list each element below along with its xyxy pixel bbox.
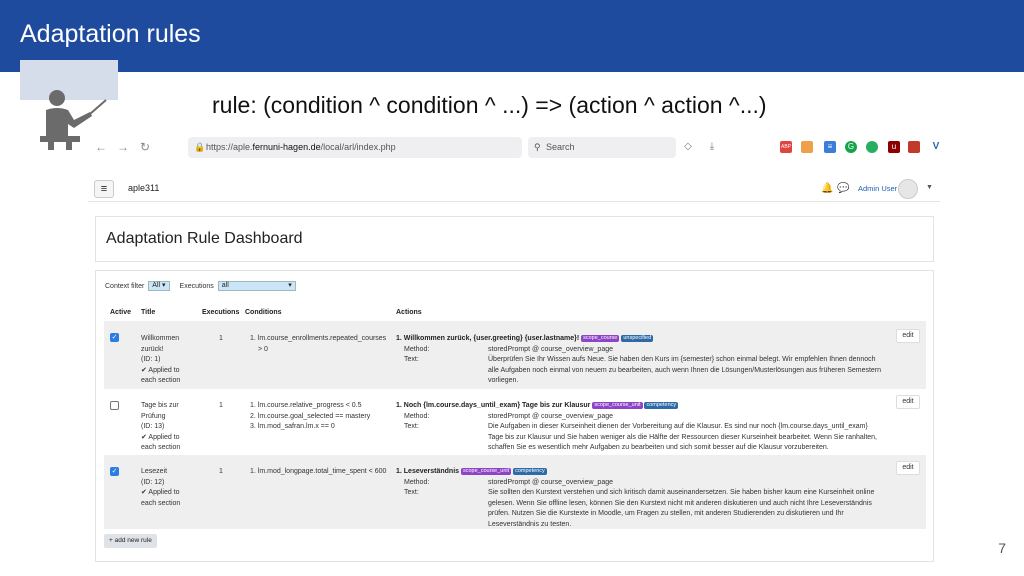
execution-count: 1: [219, 468, 223, 475]
type-badge: competency: [513, 467, 547, 475]
action-text: Überprüfen Sie Ihr Wissen aufs Neue. Sie…: [488, 356, 882, 384]
back-arrow-icon[interactable]: ←: [94, 140, 108, 154]
page-title: Adaptation Rule Dashboard: [106, 230, 303, 247]
context-filter-select[interactable]: All ▾: [148, 281, 170, 291]
conditions-list: 1. lm.mod_longpage.total_time_spent < 60…: [250, 468, 387, 475]
table-row: Tage bis zur Prüfung (ID: 13) ✔ Applied …: [104, 389, 926, 455]
method-label: Method:: [404, 412, 430, 420]
rule-title: Lesezeit (ID: 12) ✔ Applied to each sect…: [141, 468, 181, 507]
executions-select[interactable]: all ▾: [217, 281, 296, 291]
download-icon[interactable]: ⤓: [706, 141, 718, 153]
edit-button[interactable]: edit: [896, 329, 920, 343]
slide-title: Adaptation rules: [20, 20, 201, 48]
reload-icon[interactable]: ↻: [138, 140, 152, 154]
active-checkbox[interactable]: ✓: [110, 333, 119, 342]
action-title: 1. Leseverständnis scope_course_unit com…: [396, 467, 547, 475]
forward-arrow-icon[interactable]: →: [116, 140, 130, 154]
rule-title: Tage bis zur Prüfung (ID: 13) ✔ Applied …: [141, 402, 181, 451]
conditions-list: 1. lm.course.relative_progress < 0.5 2. …: [250, 402, 371, 430]
url-host: fernuni-hagen.de: [252, 142, 321, 152]
column-header-active: Active: [110, 309, 132, 316]
green-extension-icon[interactable]: [866, 141, 878, 153]
lock-icon: 🔒: [194, 142, 206, 152]
abp-extension-icon[interactable]: ABP: [780, 141, 792, 153]
pocket-icon[interactable]: ◇: [682, 141, 694, 153]
executions-label: Executions: [179, 282, 214, 290]
text-label: Text:: [404, 356, 419, 363]
bell-icon[interactable]: 🔔: [821, 183, 833, 194]
action-title: 1. Willkommen zurück, {user.greeting} {u…: [396, 334, 654, 342]
edit-button[interactable]: edit: [896, 461, 920, 475]
action-text: Die Aufgaben in dieser Kurseinheit diene…: [488, 423, 877, 451]
method-value: storedPrompt @ course_overview_page: [488, 412, 614, 420]
search-placeholder: Search: [546, 142, 575, 152]
action-text: Sie sollten den Kurstext verstehen und s…: [488, 489, 875, 528]
scope-badge: scope_course_unit: [460, 467, 512, 475]
edit-button[interactable]: edit: [896, 395, 920, 409]
text-label: Text:: [404, 489, 419, 496]
browser-toolbar: ← → ↻ 🔒 https://aple.fernuni-hagen.de/lo…: [88, 132, 940, 164]
method-value: storedPrompt @ course_overview_page: [488, 478, 614, 486]
active-checkbox[interactable]: ✓: [110, 467, 119, 476]
table-row: ✓ Lesezeit (ID: 12) ✔ Applied to each se…: [104, 455, 926, 529]
grammarly-icon[interactable]: G: [845, 141, 857, 153]
slide-number: 7: [998, 540, 1006, 556]
scope-badge: scope_course_unit: [592, 401, 643, 409]
ublock-icon[interactable]: u: [888, 141, 900, 153]
execution-count: 1: [219, 335, 223, 342]
rule-title: Willkommen zurück! (ID: 1) ✔ Applied to …: [141, 335, 181, 384]
scope-badge: scope_course: [581, 334, 620, 342]
page-header-card: Adaptation Rule Dashboard: [95, 216, 934, 262]
moodle-navbar: ≡ aple311 🔔 💬 Admin User ▼: [88, 178, 940, 202]
conditions-list: 1. lm.course_enrollments.repeated_course…: [250, 335, 387, 353]
chevron-down-icon[interactable]: ▼: [926, 184, 933, 191]
browser-window: ← → ↻ 🔒 https://aple.fernuni-hagen.de/lo…: [88, 132, 940, 568]
avatar[interactable]: [898, 179, 918, 199]
search-bar[interactable]: ⚲ Search: [528, 137, 676, 158]
method-value: storedPrompt @ course_overview_page: [488, 345, 614, 353]
method-label: Method:: [404, 478, 430, 486]
action-title: 1. Noch {lm.course.days_until_exam} Tage…: [396, 401, 679, 409]
site-name[interactable]: aple311: [128, 183, 159, 193]
active-checkbox[interactable]: [110, 401, 119, 410]
v-extension-icon[interactable]: V: [930, 141, 942, 153]
url-prefix: https://aple.: [206, 142, 253, 152]
column-header-executions: Executions: [202, 309, 240, 316]
hamburger-menu-icon[interactable]: ≡: [94, 180, 114, 198]
user-name[interactable]: Admin User: [858, 184, 897, 193]
url-path: /local/arl/index.php: [320, 142, 396, 152]
type-badge: competency: [644, 401, 679, 409]
type-badge: unspecified: [621, 334, 654, 342]
chat-icon[interactable]: 💬: [837, 183, 849, 194]
column-header-title: Title: [141, 309, 156, 316]
column-header-actions: Actions: [396, 309, 422, 316]
extension-icon[interactable]: [801, 141, 813, 153]
add-rule-button[interactable]: + add new rule: [104, 534, 157, 548]
red-extension-icon[interactable]: [908, 141, 920, 153]
method-label: Method:: [404, 345, 430, 353]
context-filter-label: Context filter: [105, 282, 145, 290]
url-bar[interactable]: 🔒 https://aple.fernuni-hagen.de/local/ar…: [188, 137, 522, 158]
execution-count: 1: [219, 402, 223, 409]
filter-row: Context filter All ▾ Executions all ▾: [105, 280, 296, 292]
rule-formula: rule: (condition ^ condition ^ ...) => (…: [212, 92, 767, 118]
column-header-conditions: Conditions: [245, 309, 282, 316]
text-label: Text:: [404, 423, 419, 430]
stack-extension-icon[interactable]: ≡: [824, 141, 836, 153]
table-row: ✓ Willkommen zurück! (ID: 1) ✔ Applied t…: [104, 321, 926, 389]
rule-dashboard: Context filter All ▾ Executions all ▾ Act…: [95, 270, 934, 562]
search-icon: ⚲: [534, 142, 541, 152]
